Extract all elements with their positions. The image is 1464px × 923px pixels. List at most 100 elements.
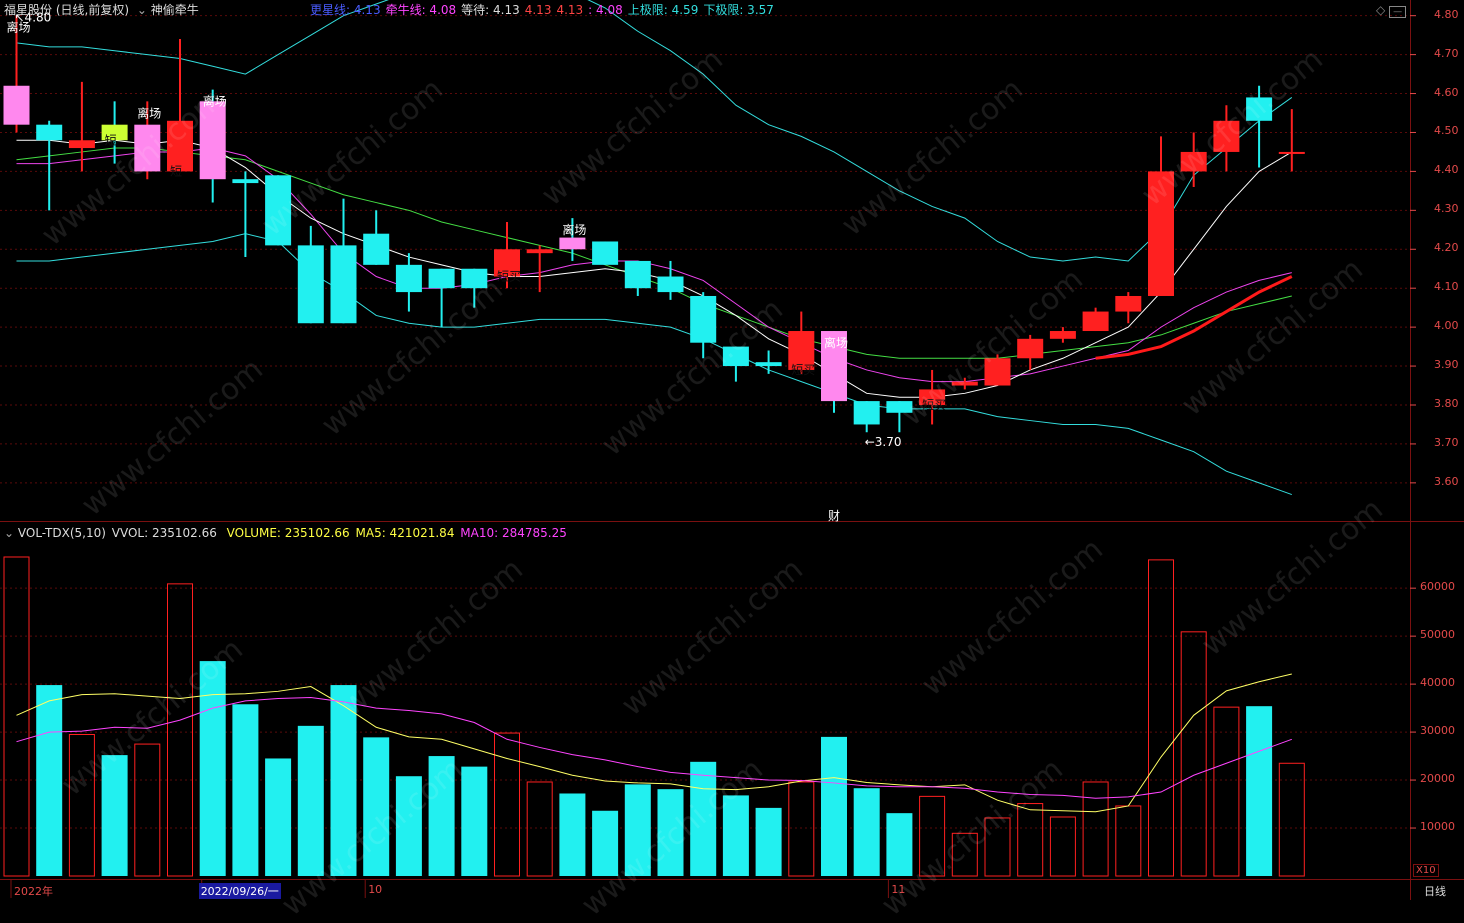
stock-name: 福星股份 <box>4 3 53 17</box>
candle-body <box>1180 151 1207 172</box>
candle-body <box>1278 151 1305 154</box>
financial-report-mark: 财 <box>828 509 840 523</box>
volume-bar <box>886 813 913 876</box>
volume-bar <box>167 583 193 877</box>
candle-body <box>461 268 488 289</box>
price-tick-label: 4.10 <box>1434 280 1459 294</box>
volume-bar <box>199 661 226 876</box>
window-toggle-icon[interactable]: — <box>1389 6 1407 18</box>
price-tick-label: 3.70 <box>1434 435 1459 449</box>
main-header: 福星股份 (日线,前复权) ⌄ 神偷牵牛 <box>4 2 199 18</box>
volume-bar <box>592 810 619 876</box>
candle-body <box>297 245 324 324</box>
volume-tick-label: 10000 <box>1420 820 1455 834</box>
candle-body <box>363 233 390 265</box>
volume-bar <box>1049 816 1076 877</box>
volume-bar <box>722 795 749 876</box>
volume-bar <box>984 817 1011 877</box>
indicator-name[interactable]: 神偷牵牛 <box>151 3 199 17</box>
ma-magenta-line <box>16 147 1292 383</box>
price-tick-label: 4.30 <box>1434 202 1459 216</box>
volume-bar <box>1180 631 1207 877</box>
price-tick-label: 4.00 <box>1434 319 1459 333</box>
vvol-value: VVOL: 235102.66 <box>111 526 217 540</box>
candle-body <box>1017 338 1044 359</box>
volume-bar <box>265 758 292 876</box>
volume-bar <box>853 788 880 876</box>
exit-signal-label: 离场 <box>203 94 227 109</box>
volume-tick-label: 50000 <box>1420 628 1455 642</box>
candle-body <box>1213 120 1240 152</box>
volume-bar <box>657 789 684 876</box>
volume-bar <box>134 743 161 877</box>
buy-signal-label: 短 <box>170 164 182 178</box>
buy-signal-label: 短 <box>105 133 117 147</box>
indicator-value-4: 4.13 <box>556 3 584 17</box>
volume-bar <box>690 761 717 876</box>
candle-body <box>526 249 553 254</box>
candle-body <box>36 124 63 141</box>
indicator-dropdown-icon[interactable]: ⌄ <box>137 3 147 17</box>
volume-bar <box>624 784 651 876</box>
volume-bar <box>559 793 586 876</box>
buy-signal-label: 短买 <box>497 270 521 284</box>
date-tick-label: 2022年 <box>14 885 53 898</box>
volume-bar <box>1017 803 1044 877</box>
volume-value: VOLUME: 235102.66 <box>226 526 350 540</box>
price-tick-label: 4.70 <box>1434 46 1459 60</box>
date-tick-label: 2022/09/26/一 <box>198 883 281 899</box>
candle-body <box>68 140 95 149</box>
volume-bar <box>1246 706 1273 876</box>
price-tick-label: 4.60 <box>1434 85 1459 99</box>
candle-body <box>853 401 880 425</box>
candle-body <box>722 346 749 367</box>
volume-bar <box>297 725 324 876</box>
buy-signal-label: 短买 <box>922 398 946 412</box>
price-tick-label: 4.40 <box>1434 163 1459 177</box>
date-tick-label: 10 <box>368 883 383 896</box>
header-controls: ◇ — <box>1376 2 1407 20</box>
volume-tick-label: 30000 <box>1420 724 1455 738</box>
candle-body <box>1082 311 1109 332</box>
candle-body <box>428 268 455 289</box>
price-tick-label: 4.80 <box>1434 7 1459 21</box>
volume-bar <box>68 733 95 877</box>
indicator-value-0: 更星线: 4.13 <box>310 3 381 17</box>
candle-body <box>984 358 1011 386</box>
indicator-value-5: : 4.08 <box>588 3 623 17</box>
price-tick-label: 4.50 <box>1434 124 1459 138</box>
volume-header: ⌄ VOL-TDX(5,10) VVOL: 235102.66 VOLUME: … <box>4 525 567 541</box>
exit-signal-label: 离场 <box>562 222 586 237</box>
indicator-values: 更星线: 4.13 牵牛线: 4.08 等待: 4.13 4.13 4.13: 4.08… <box>310 2 779 18</box>
kline-chart[interactable]: 离场离场离场离场离场短短短买短买短买↖4.80←3.70财 <box>0 0 1464 900</box>
candle-body <box>755 362 782 367</box>
candle-body <box>690 295 717 343</box>
candle-body <box>330 245 357 324</box>
volume-bar <box>101 755 128 876</box>
volume-bar <box>951 832 978 877</box>
exit-signal-label: 离场 <box>137 105 161 120</box>
candle-body <box>559 237 586 250</box>
volume-indicator-name[interactable]: VOL-TDX(5,10) <box>18 526 106 540</box>
candle-body <box>1246 97 1273 121</box>
candle-body <box>134 124 161 172</box>
candle-body <box>624 260 651 289</box>
volume-menu-icon[interactable]: ⌄ <box>4 526 14 540</box>
volume-bar <box>395 776 422 876</box>
volume-tick-label: 60000 <box>1420 580 1455 594</box>
period-button[interactable]: 日线 <box>1424 883 1446 899</box>
lower-band-line <box>16 233 1292 496</box>
volume-bar <box>232 704 259 876</box>
candle-body <box>199 101 226 180</box>
price-tick-label: 4.20 <box>1434 241 1459 255</box>
diamond-icon[interactable]: ◇ <box>1376 3 1385 17</box>
volume-bar <box>755 807 782 876</box>
x10-badge[interactable]: X10 <box>1413 864 1439 877</box>
price-tick-label: 3.90 <box>1434 358 1459 372</box>
exit-signal-label: 离场 <box>824 335 848 350</box>
candle-body <box>1049 331 1076 339</box>
indicator-value-6: 上极限: 4.59 <box>627 3 699 17</box>
low-price-label: ←3.70 <box>865 435 902 449</box>
volume-bar <box>821 736 847 876</box>
ma5-value: MA5: 421021.84 <box>355 526 455 540</box>
